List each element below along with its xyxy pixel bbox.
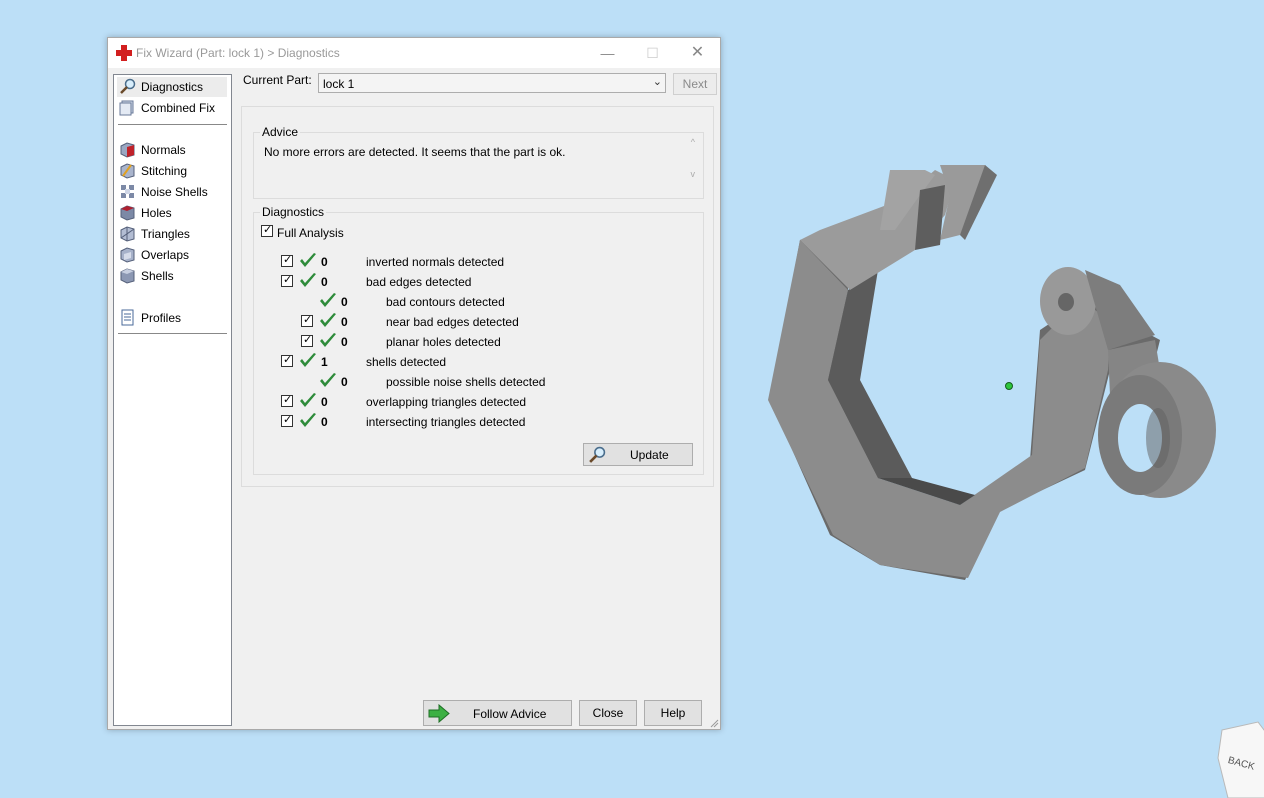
diagnostic-label: intersecting triangles detected <box>366 415 526 429</box>
holes-icon <box>120 205 135 221</box>
sidebar-item-label: Stitching <box>141 164 188 178</box>
green-check-icon <box>300 413 316 427</box>
diagnostic-count: 1 <box>321 355 328 369</box>
title-bar[interactable]: Fix Wizard (Part: lock 1) > Diagnostics … <box>108 38 720 68</box>
diagnostic-label: planar holes detected <box>386 335 501 349</box>
green-check-icon <box>320 373 336 387</box>
window-title: Fix Wizard (Part: lock 1) > Diagnostics <box>136 46 340 60</box>
sidebar-item-combined-fix[interactable]: Combined Fix <box>117 98 227 118</box>
magnifier-icon <box>589 446 606 463</box>
diagnostic-checkbox[interactable]: ✓ <box>301 314 313 327</box>
sidebar-item-overlaps[interactable]: Overlaps <box>117 245 227 265</box>
sidebar-item-profiles[interactable]: Profiles <box>117 308 227 328</box>
current-part-value: lock 1 <box>323 77 355 91</box>
stitching-icon <box>120 163 135 179</box>
sidebar-item-label: Shells <box>141 269 174 283</box>
scroll-up-icon[interactable]: ^ <box>691 137 695 147</box>
green-check-icon <box>320 293 336 307</box>
sidebar-item-normals[interactable]: Normals <box>117 140 227 160</box>
sidebar-item-holes[interactable]: Holes <box>117 203 227 223</box>
update-label: Update <box>630 448 669 462</box>
full-analysis-checkbox[interactable]: ✓ <box>261 224 273 237</box>
help-button[interactable]: Help <box>644 700 702 726</box>
sidebar-divider <box>118 333 227 334</box>
diagnostic-checkbox[interactable]: ✓ <box>281 354 293 367</box>
overlaps-icon <box>120 247 135 263</box>
sidebar-item-label: Noise Shells <box>141 185 208 199</box>
diagnostic-checkbox[interactable]: ✓ <box>301 334 313 347</box>
diagnostic-count: 0 <box>341 315 348 329</box>
diagnostic-count: 0 <box>341 295 348 309</box>
diagnostic-checkbox[interactable]: ✓ <box>281 414 293 427</box>
sidebar-item-diagnostics[interactable]: Diagnostics <box>117 77 227 97</box>
diagnostic-count: 0 <box>341 375 348 389</box>
combined-fix-icon <box>119 100 134 116</box>
diagnostic-label: bad edges detected <box>366 275 472 289</box>
document-icon <box>121 309 134 326</box>
diagnostic-count: 0 <box>321 255 328 269</box>
follow-advice-button[interactable]: Follow Advice <box>423 700 572 726</box>
diagnostic-label: overlapping triangles detected <box>366 395 527 409</box>
sidebar-item-stitching[interactable]: Stitching <box>117 161 227 181</box>
minimize-button[interactable]: — <box>585 38 630 68</box>
diagnostic-count: 0 <box>321 395 328 409</box>
green-check-icon <box>320 313 336 327</box>
fix-wizard-dialog: Fix Wizard (Part: lock 1) > Diagnostics … <box>107 37 721 730</box>
close-button[interactable]: Close <box>579 700 637 726</box>
sidebar-item-triangles[interactable]: Triangles <box>117 224 227 244</box>
diagnostic-label: possible noise shells detected <box>386 375 546 389</box>
sidebar-item-label: Profiles <box>141 311 182 325</box>
advice-group: Advice No more errors are detected. It s… <box>253 125 704 199</box>
diagnostics-legend: Diagnostics <box>260 205 327 219</box>
full-analysis-label: Full Analysis <box>277 226 344 240</box>
triangles-icon <box>120 226 135 242</box>
diagnostic-count: 0 <box>321 415 328 429</box>
update-button[interactable]: Update <box>583 443 693 466</box>
sidebar-divider <box>118 124 227 125</box>
sidebar-item-label: Triangles <box>141 227 190 241</box>
current-part-label: Current Part: <box>243 73 312 87</box>
close-window-button[interactable]: ✕ <box>675 38 720 68</box>
sidebar-item-shells[interactable]: Shells <box>117 266 227 286</box>
diagnostic-count: 0 <box>321 275 328 289</box>
diagnostic-checkbox[interactable]: ✓ <box>281 394 293 407</box>
green-check-icon <box>300 353 316 367</box>
advice-text: No more errors are detected. It seems th… <box>264 145 566 159</box>
green-check-icon <box>300 273 316 287</box>
diagnostic-count: 0 <box>341 335 348 349</box>
follow-advice-label: Follow Advice <box>473 707 547 721</box>
noise-shells-icon <box>121 185 134 198</box>
fix-cross-icon <box>116 45 132 61</box>
sidebar-item-noise-shells[interactable]: Noise Shells <box>117 182 227 202</box>
advice-legend: Advice <box>260 125 301 139</box>
shells-icon <box>120 268 135 284</box>
green-check-icon <box>300 393 316 407</box>
green-check-icon <box>320 333 336 347</box>
diagnostic-label: inverted normals detected <box>366 255 505 269</box>
scroll-down-icon[interactable]: v <box>691 169 696 179</box>
resize-grip-icon[interactable] <box>709 718 719 728</box>
current-part-select[interactable]: lock 1 ⌄ <box>318 73 666 93</box>
next-button[interactable]: Next <box>673 73 717 95</box>
sidebar-item-label: Holes <box>141 206 172 220</box>
diagnostic-label: near bad edges detected <box>386 315 519 329</box>
sidebar: Diagnostics Combined Fix Normals Stitchi… <box>113 74 232 726</box>
arrow-right-icon <box>428 704 450 723</box>
diagnostic-checkbox[interactable]: ✓ <box>281 274 293 287</box>
diagnostic-label: shells detected <box>366 355 447 369</box>
navigation-cube[interactable]: BACK <box>1210 718 1264 798</box>
sidebar-item-label: Overlaps <box>141 248 190 262</box>
normals-icon <box>120 142 135 158</box>
sidebar-item-label: Diagnostics <box>141 80 204 94</box>
sidebar-item-label: Normals <box>141 143 186 157</box>
diagnostic-checkbox[interactable]: ✓ <box>281 254 293 267</box>
maximize-button[interactable]: ☐ <box>630 38 675 68</box>
chevron-down-icon: ⌄ <box>652 76 662 88</box>
magnifier-icon <box>120 78 136 94</box>
green-check-icon <box>300 253 316 267</box>
diagnostic-label: bad contours detected <box>386 295 505 309</box>
sidebar-item-label: Combined Fix <box>141 101 216 115</box>
pivot-point-marker <box>1005 382 1013 390</box>
